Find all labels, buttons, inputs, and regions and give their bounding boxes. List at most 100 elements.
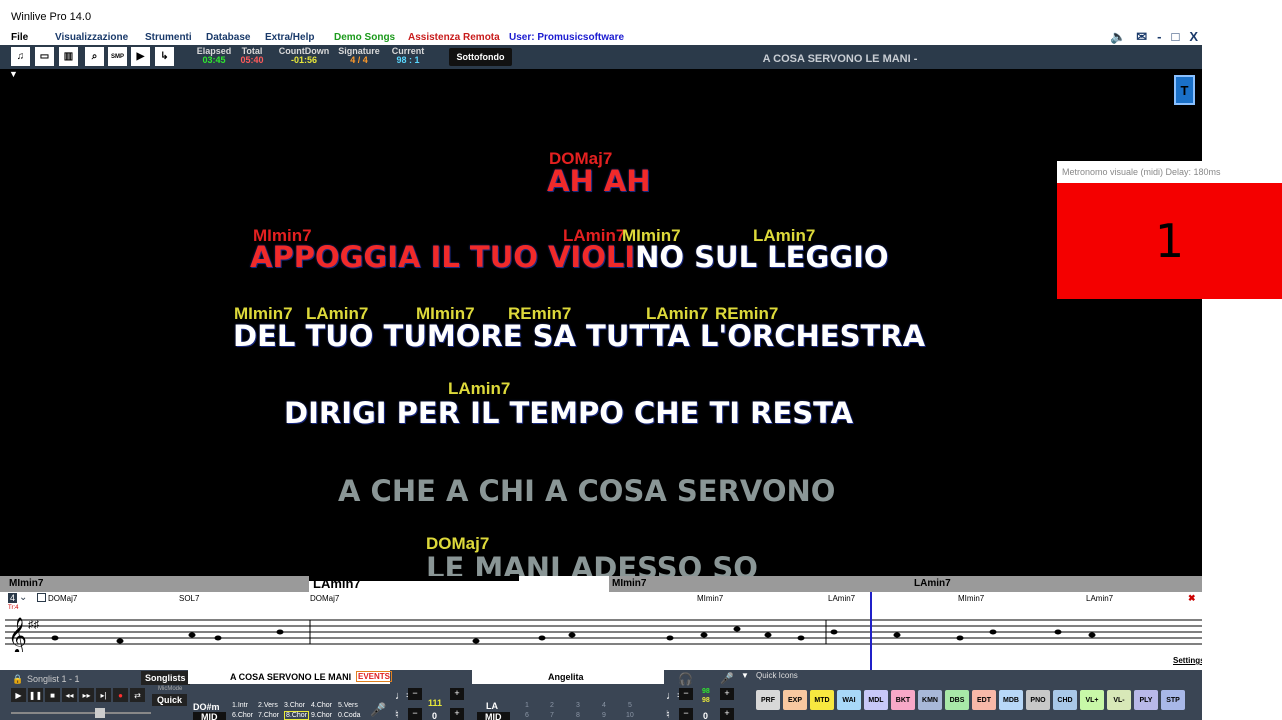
menu-strumenti[interactable]: Strumenti <box>145 32 192 43</box>
rewind-button[interactable]: ◂◂ <box>62 688 77 702</box>
quick-icon-vlplus[interactable]: VL+ <box>1080 690 1104 710</box>
quick-icon-dbs[interactable]: DBS <box>945 690 969 710</box>
number-button[interactable]: 7 <box>550 712 554 719</box>
menu-database[interactable]: Database <box>206 32 250 43</box>
events-button[interactable]: EVENTS <box>356 671 393 682</box>
quick-icon-prf[interactable]: PRF <box>756 690 780 710</box>
play-video-icon[interactable]: ▶ <box>131 47 150 66</box>
quick-icon-wai[interactable]: WAI <box>837 690 861 710</box>
quick-icon-kmn[interactable]: KMN <box>918 690 942 710</box>
songlist-label: Songlist 1 - 1 <box>27 674 80 684</box>
songbook-icon[interactable]: ♫ <box>11 47 30 66</box>
search-icon[interactable]: ⌕ <box>85 47 104 66</box>
number-button[interactable]: 5 <box>628 702 632 709</box>
menu-visualizzazione[interactable]: Visualizzazione <box>55 32 128 43</box>
section-button[interactable]: 3.Chor <box>284 702 305 709</box>
tempo2-minus-button[interactable]: − <box>679 688 693 700</box>
metronome-beat: 1 <box>1057 183 1282 299</box>
headphones-icon[interactable]: 🎧 <box>678 672 693 686</box>
play-button[interactable]: ▶ <box>11 688 26 702</box>
quick-button[interactable]: Quick <box>152 694 188 706</box>
position-slider-thumb[interactable] <box>95 708 105 718</box>
close-button[interactable]: X <box>1189 29 1198 45</box>
restore-button[interactable]: □ <box>1171 29 1179 45</box>
number-button[interactable]: 6 <box>525 712 529 719</box>
forward-button[interactable]: ▸▸ <box>79 688 94 702</box>
mail-icon[interactable]: ✉ <box>1136 29 1147 45</box>
midi-file-icon[interactable]: ▭ <box>35 47 54 66</box>
next-button[interactable]: ▸| <box>96 688 111 702</box>
quick-icon-bkt[interactable]: BKT <box>891 690 915 710</box>
text-mode-button[interactable]: T <box>1174 75 1195 105</box>
transpose-plus-button[interactable]: + <box>450 708 464 720</box>
quick-icon-mdl[interactable]: MDL <box>864 690 888 710</box>
section-button[interactable]: 2.Vers <box>258 702 278 709</box>
mic2-icon[interactable]: 🎤 <box>720 672 734 685</box>
section-button-active[interactable]: 8.Chor <box>284 711 310 720</box>
lock-icon[interactable] <box>37 593 46 602</box>
elapsed-value: 03:45 <box>202 55 226 65</box>
number-button[interactable]: 1 <box>525 702 529 709</box>
stop-button[interactable]: ■ <box>45 688 60 702</box>
number-button[interactable]: 8 <box>576 712 580 719</box>
transpose2-minus-button[interactable]: − <box>679 708 693 720</box>
staff-chord: DOMaj7 <box>48 594 78 603</box>
quick-icon-mtd[interactable]: MTD <box>810 690 834 710</box>
lyric-line: DEL TUO TUMORE SA TUTTA L'ORCHESTRA <box>233 319 926 353</box>
menu-extra-help[interactable]: Extra/Help <box>265 32 314 43</box>
mid-label: MID <box>193 712 226 720</box>
microphone-icon[interactable]: 🎤 <box>370 702 386 718</box>
measure-number[interactable]: 4 <box>8 593 18 603</box>
section-button[interactable]: 9.Chor <box>311 712 332 719</box>
record-button[interactable]: ● <box>113 688 128 702</box>
position-slider[interactable] <box>11 712 151 714</box>
close-staff-icon[interactable]: ✖ <box>1188 593 1196 604</box>
lock-small-icon[interactable]: 🔒 <box>12 674 23 685</box>
menu-file[interactable]: File <box>11 32 28 43</box>
number-button[interactable]: 10 <box>626 712 634 719</box>
number-button[interactable]: 2 <box>550 702 554 709</box>
quick-icon-chd[interactable]: CHD <box>1053 690 1077 710</box>
tempo-minus-button[interactable]: − <box>408 688 422 700</box>
menu-demo-songs[interactable]: Demo Songs <box>334 32 395 43</box>
measure-chevron-icon[interactable]: ⌄ <box>19 592 27 603</box>
transpose-minus-button[interactable]: − <box>408 708 422 720</box>
sottofondo-button[interactable]: Sottofondo <box>449 48 512 66</box>
lyrics-area: ▼ DOMaj7 AH AH MImin7 LAmin7 MImin7 LAmi… <box>0 69 1202 576</box>
staff-settings-link[interactable]: Settings <box>1173 656 1202 665</box>
chord-bar: MImin7 LAmin7 MImin7 LAmin7 <box>0 576 1202 592</box>
quick-icon-vlminus[interactable]: VL- <box>1107 690 1131 710</box>
section-button[interactable]: 6.Chor <box>232 712 253 719</box>
tempo-plus-button[interactable]: + <box>450 688 464 700</box>
window-controls: 🔈 ✉ - □ X <box>1110 29 1198 45</box>
mixer-icon[interactable]: ▥ <box>59 47 78 66</box>
repeat-button[interactable]: ⇄ <box>130 688 145 702</box>
tempo2-plus-button[interactable]: + <box>720 688 734 700</box>
quick-icon-exp[interactable]: EXP <box>783 690 807 710</box>
speaker-icon[interactable]: 🔈 <box>1110 29 1126 45</box>
number-button[interactable]: 9 <box>602 712 606 719</box>
section-button[interactable]: 1.Intr <box>232 702 248 709</box>
number-button[interactable]: 4 <box>602 702 606 709</box>
quick-icon-ply[interactable]: PLY <box>1134 690 1158 710</box>
section-button[interactable]: 4.Chor <box>311 702 332 709</box>
section-button[interactable]: 0.Coda <box>338 712 361 719</box>
quick-icon-mdb[interactable]: MDB <box>999 690 1023 710</box>
minimize-button[interactable]: - <box>1157 29 1161 45</box>
quick-icon-edt[interactable]: EDT <box>972 690 996 710</box>
songlists-button[interactable]: Songlists <box>141 671 190 685</box>
quick-icon-stp[interactable]: STP <box>1161 690 1185 710</box>
menu-user[interactable]: User: Promusicsoftware <box>509 32 624 43</box>
section-button[interactable]: 5.Vers <box>338 702 358 709</box>
quick-icons-collapse-icon[interactable]: ▼ <box>741 671 749 680</box>
lyric-line: LE MANI ADESSO SO <box>426 551 758 576</box>
menu-assistenza-remota[interactable]: Assistenza Remota <box>408 32 500 43</box>
smp-icon[interactable]: SMP <box>108 47 127 66</box>
transpose2-plus-button[interactable]: + <box>720 708 734 720</box>
section-button[interactable]: 7.Chor <box>258 712 279 719</box>
exit-icon[interactable]: ↳ <box>155 47 174 66</box>
pause-button[interactable]: ❚❚ <box>28 688 43 702</box>
number-button[interactable]: 3 <box>576 702 580 709</box>
collapse-arrow-icon[interactable]: ▼ <box>9 69 18 79</box>
quick-icon-pno[interactable]: PNO <box>1026 690 1050 710</box>
